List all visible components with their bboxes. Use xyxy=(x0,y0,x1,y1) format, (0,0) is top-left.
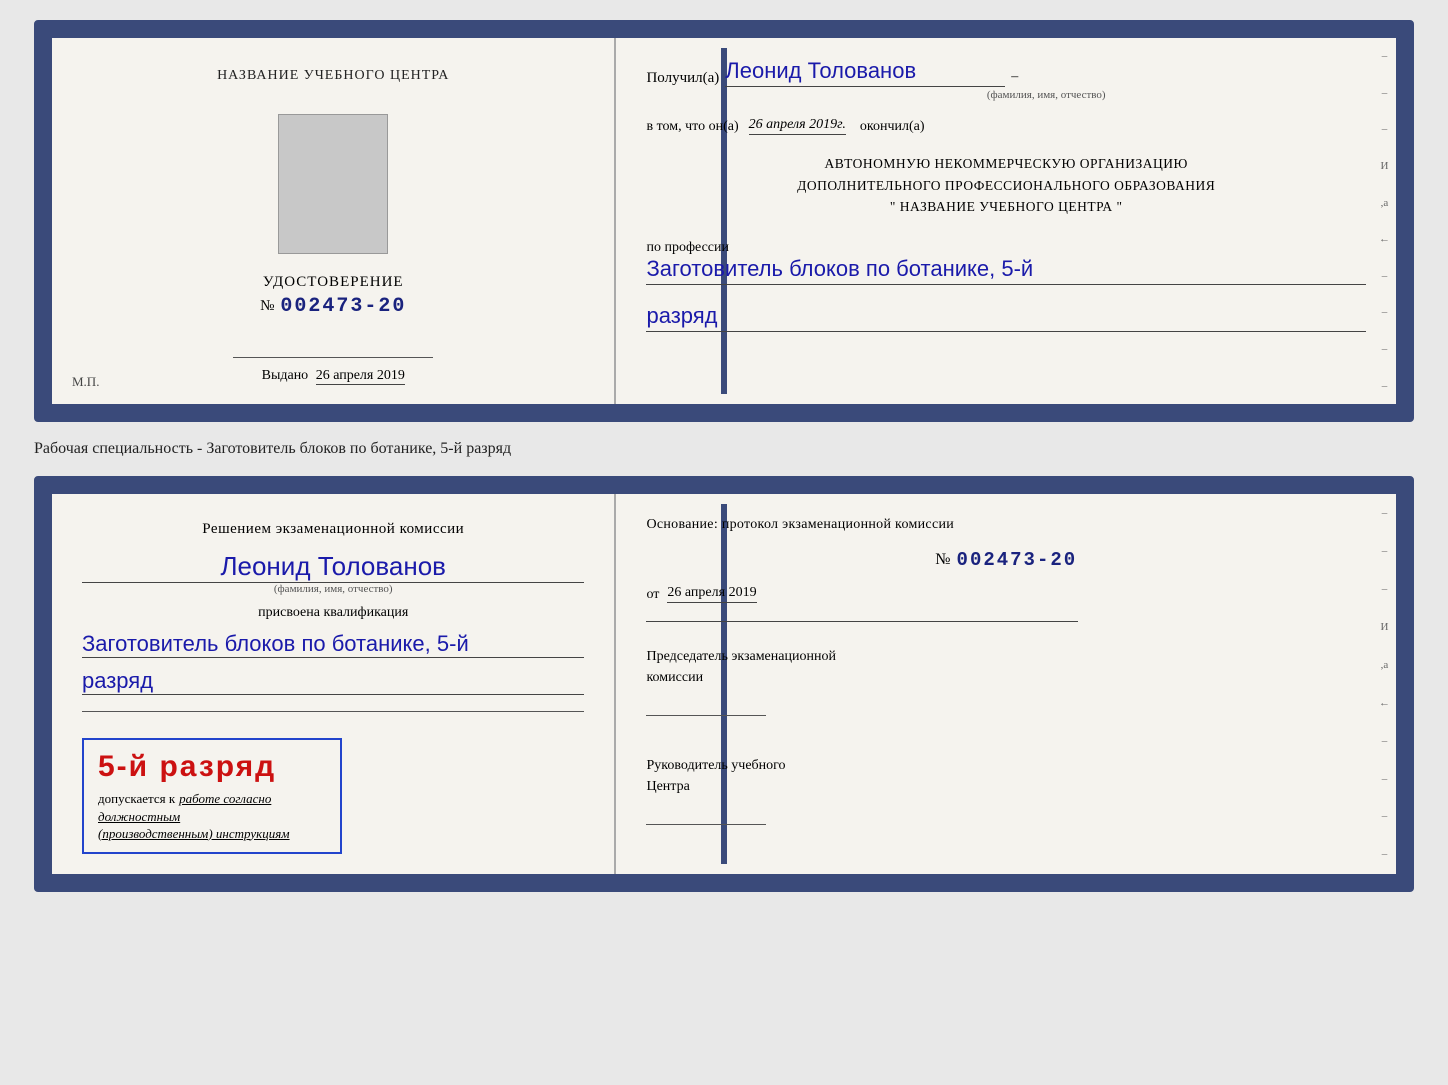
doc2-person-name: Леонид Толованов xyxy=(82,551,584,583)
poluchil-row: Получил(a) Леонид Толованов – xyxy=(646,58,1366,87)
rukovoditel-signature-line xyxy=(646,805,766,825)
document-1: НАЗВАНИЕ УЧЕБНОГО ЦЕНТРА УДОСТОВЕРЕНИЕ №… xyxy=(34,20,1414,422)
rukovoditel-block: Руководитель учебного Центра xyxy=(646,755,1366,830)
org-line1: АВТОНОМНУЮ НЕКОММЕРЧЕСКУЮ ОРГАНИЗАЦИЮ xyxy=(646,153,1366,175)
po-professii-label: по профессии xyxy=(646,240,1366,256)
doc1-left: НАЗВАНИЕ УЧЕБНОГО ЦЕНТРА УДОСТОВЕРЕНИЕ №… xyxy=(52,38,616,404)
po-professii-block: по профессии Заготовитель блоков по бота… xyxy=(646,236,1366,285)
protocol-number-row: № 002473-20 xyxy=(646,549,1366,571)
predsedatel-signature-line xyxy=(646,696,766,716)
doc1-header: НАЗВАНИЕ УЧЕБНОГО ЦЕНТРА xyxy=(217,68,449,84)
person-name-block: Леонид Толованов (фамилия, имя, отчество… xyxy=(82,551,584,595)
osnovanie-label: Основание: протокол экзаменационной коми… xyxy=(646,514,1366,535)
stamp-grade: 5-й разряд xyxy=(98,750,326,784)
photo-placeholder xyxy=(278,114,388,254)
doc1-profession: Заготовитель блоков по ботанике, 5-й xyxy=(646,256,1366,285)
specialty-label: Рабочая специальность - Заготовитель бло… xyxy=(34,436,511,461)
doc2-razryad: разряд xyxy=(82,668,584,695)
ot-line: от 26 апреля 2019 xyxy=(646,585,1366,603)
doc2-right: Основание: протокол экзаменационной коми… xyxy=(616,494,1396,874)
prisvoena-label: присвоена квалификация xyxy=(82,605,584,621)
fio-label-2: (фамилия, имя, отчество) xyxy=(82,583,584,595)
vtom-date: 26 апреля 2019г. xyxy=(749,117,846,135)
vtom-label: в том, что он(а) xyxy=(646,119,738,135)
rukovoditel-line2: Центра xyxy=(646,776,1366,797)
resheniem-label: Решением экзаменационной комиссии xyxy=(82,518,584,541)
doc2-profession: Заготовитель блоков по ботанике, 5-й xyxy=(82,631,584,658)
instruktsii-text: (производственным) инструкциям xyxy=(98,826,326,842)
doc1-number: 002473-20 xyxy=(280,295,406,318)
udostoverenie-label: УДОСТОВЕРЕНИЕ xyxy=(260,274,406,291)
vtom-row: в том, что он(а) 26 апреля 2019г. окончи… xyxy=(646,117,1366,135)
doc2-razryad-block: разряд xyxy=(82,668,584,695)
side-markers-2: – – – И ,а ← – – – – xyxy=(1379,494,1390,874)
rukovoditel-line1: Руководитель учебного xyxy=(646,755,1366,776)
fio-label-1: (фамилия, имя, отчество) xyxy=(726,89,1366,101)
doc1-razryad-block: разряд xyxy=(646,297,1366,332)
vydano-line: Выдано 26 апреля 2019 xyxy=(262,368,405,384)
mp-label: М.П. xyxy=(72,374,99,390)
dash1: – xyxy=(1011,69,1018,87)
predsedatel-line2: комиссии xyxy=(646,667,1366,688)
doc2-left: Решением экзаменационной комиссии Леонид… xyxy=(52,494,616,874)
predsedatel-block: Председатель экзаменационной комиссии xyxy=(646,646,1366,721)
specialty-separator: Рабочая специальность - Заготовитель бло… xyxy=(34,440,1414,458)
doc1-razryad: разряд xyxy=(646,303,1366,332)
ot-label: от xyxy=(646,587,659,603)
side-markers-1: – – – И ,а ← – – – – xyxy=(1379,38,1390,404)
okonchil-label: окончил(a) xyxy=(860,119,925,135)
org-block: АВТОНОМНУЮ НЕКОММЕРЧЕСКУЮ ОРГАНИЗАЦИЮ ДО… xyxy=(646,153,1366,218)
doc2-number-prefix: № xyxy=(935,551,950,569)
doc2-profession-block: Заготовитель блоков по ботанике, 5-й xyxy=(82,631,584,658)
vydano-date: 26 апреля 2019 xyxy=(316,368,405,385)
number-prefix: № xyxy=(260,298,274,315)
ot-date: 26 апреля 2019 xyxy=(667,585,756,603)
document-2: Решением экзаменационной комиссии Леонид… xyxy=(34,476,1414,892)
doc1-right: Получил(a) Леонид Толованов – (фамилия, … xyxy=(616,38,1396,404)
org-line2: ДОПОЛНИТЕЛЬНОГО ПРОФЕССИОНАЛЬНОГО ОБРАЗО… xyxy=(646,175,1366,197)
org-name: " НАЗВАНИЕ УЧЕБНОГО ЦЕНТРА " xyxy=(646,196,1366,218)
stamp-box: 5-й разряд допускается к работе согласно… xyxy=(82,738,342,854)
vydano-label: Выдано xyxy=(262,368,309,383)
poluchil-name: Леонид Толованов xyxy=(725,58,1005,87)
doc2-protocol-number: 002473-20 xyxy=(957,549,1078,571)
dopuskaetsya-label: допускается к xyxy=(98,791,175,806)
dopuskaetsya-row: допускается к работе согласно должностны… xyxy=(98,790,326,826)
poluchil-label: Получил(a) xyxy=(646,70,719,87)
predsedatel-line1: Председатель экзаменационной xyxy=(646,646,1366,667)
